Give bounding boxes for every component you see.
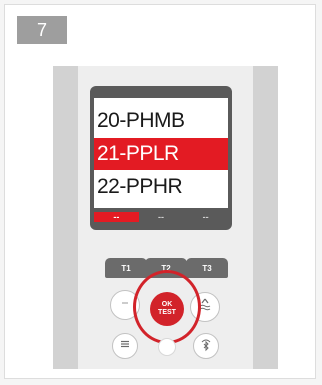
softkey-bar: -- -- --	[94, 212, 228, 222]
step-number: 7	[36, 19, 47, 40]
menu-button[interactable]	[112, 333, 138, 359]
bluetooth-icon	[199, 336, 213, 357]
menu-lines-icon	[119, 337, 131, 355]
screen-display: 20-PHMB 21-PPLR 22-PPHR	[94, 98, 228, 208]
minus-icon	[119, 296, 131, 314]
bluetooth-button[interactable]	[193, 333, 219, 359]
softkey-3[interactable]: --	[183, 212, 228, 222]
screen-item-21-pplr-selected[interactable]: 21-PPLR	[94, 138, 228, 170]
t1-button[interactable]: T1	[105, 258, 147, 278]
test-label: TEST	[158, 309, 176, 316]
softkey-1[interactable]: --	[94, 212, 139, 222]
device-side-left	[53, 66, 78, 369]
ok-label: OK	[161, 301, 173, 308]
screen-item-22-pphr[interactable]: 22-PPHR	[94, 171, 228, 203]
screen-item-20-phmb[interactable]: 20-PHMB	[94, 105, 228, 137]
ok-test-button[interactable]: OK TEST	[150, 292, 184, 326]
t3-button[interactable]: T3	[186, 258, 228, 278]
softkey-2[interactable]: --	[139, 212, 184, 222]
device-side-right	[253, 66, 278, 369]
step-number-badge: 7	[17, 16, 67, 44]
device-screen: 20-PHMB 21-PPLR 22-PPHR -- -- --	[90, 86, 232, 230]
down-button[interactable]	[158, 338, 176, 356]
